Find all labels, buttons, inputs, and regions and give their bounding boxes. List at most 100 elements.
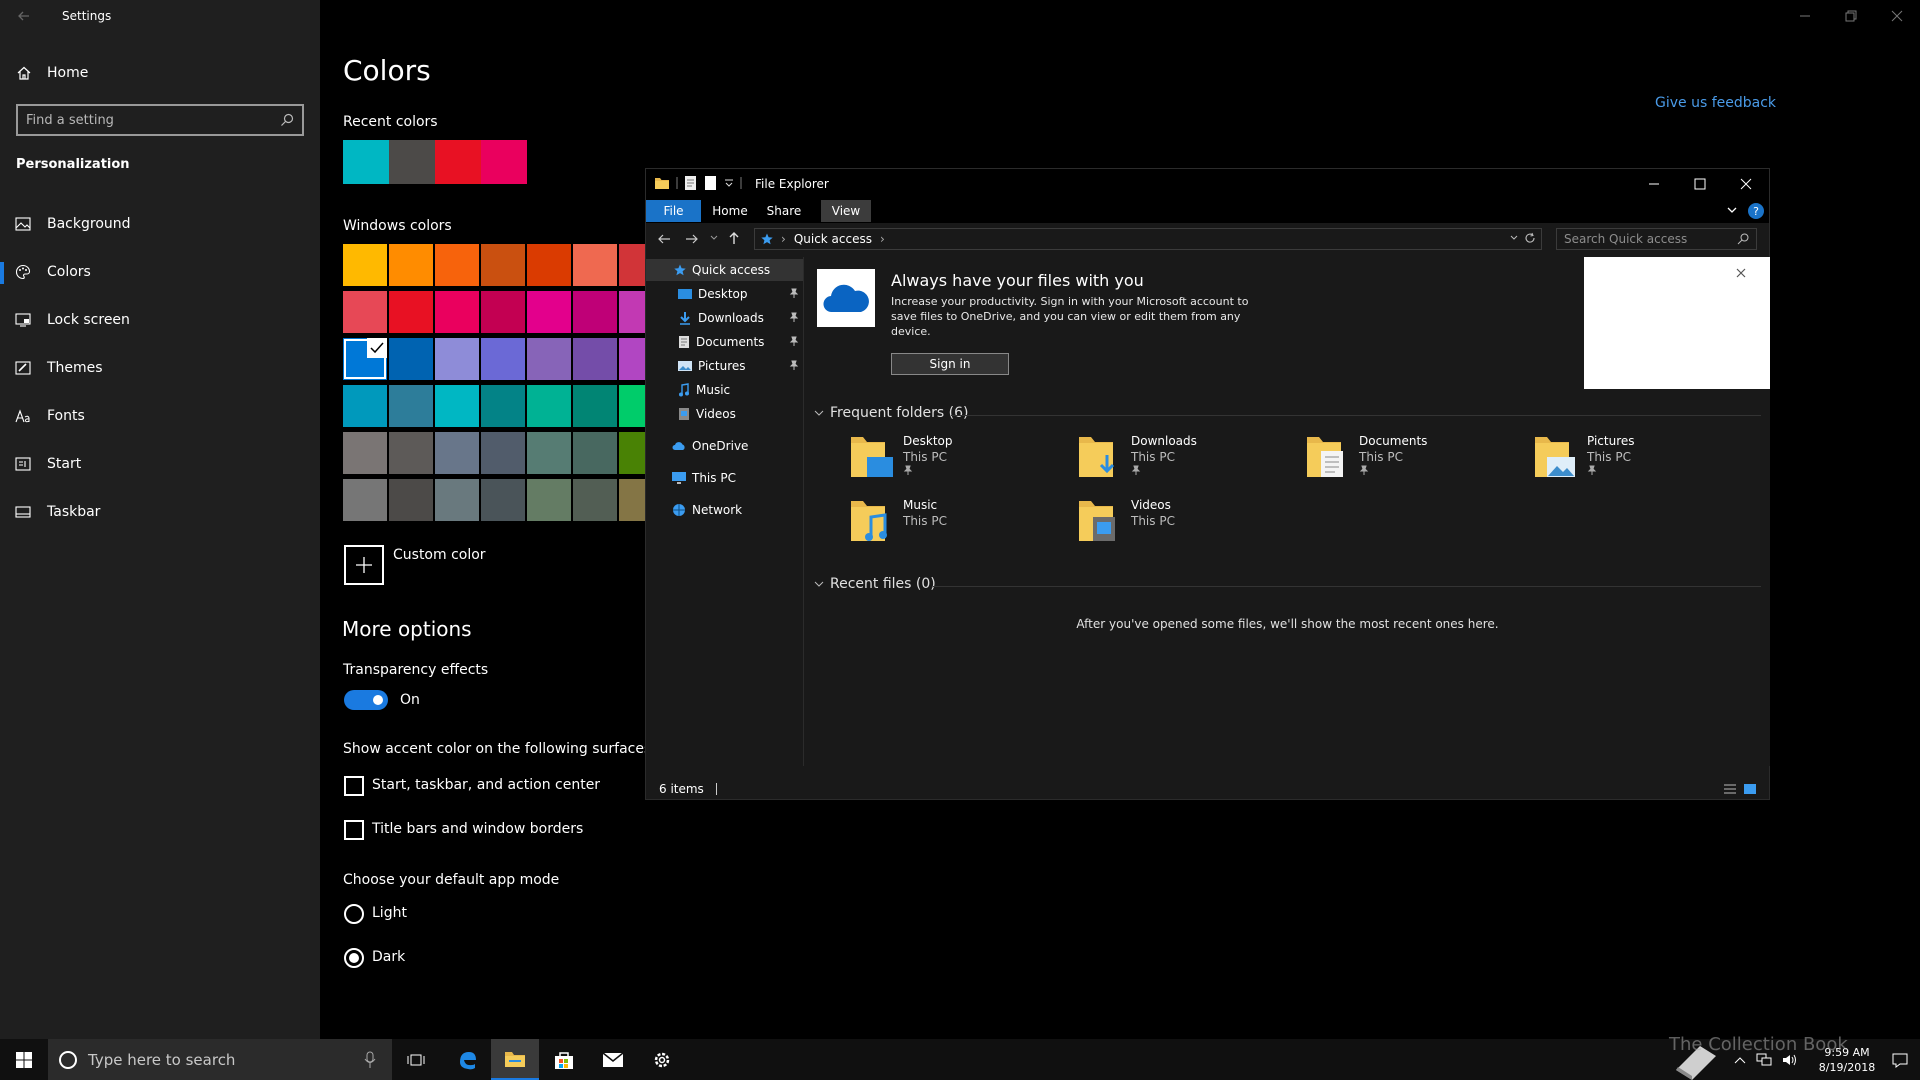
start-button[interactable]: [0, 1039, 48, 1080]
sign-in-button[interactable]: Sign in: [891, 353, 1009, 375]
recent-files-header[interactable]: Recent files (0): [814, 576, 936, 592]
settings-app-button[interactable]: [638, 1039, 686, 1080]
custom-color-button[interactable]: [344, 545, 384, 585]
color-swatch[interactable]: [435, 291, 479, 333]
chevron-down-icon[interactable]: [1509, 233, 1519, 243]
help-icon[interactable]: ?: [1748, 203, 1764, 219]
file-explorer-app-button[interactable]: [491, 1039, 539, 1080]
color-swatch[interactable]: [389, 338, 433, 380]
color-swatch[interactable]: [343, 479, 387, 521]
color-swatch[interactable]: [481, 338, 525, 380]
tab-home[interactable]: Home: [703, 200, 757, 222]
recent-color-swatch[interactable]: [343, 140, 389, 184]
back-arrow-icon[interactable]: [14, 6, 34, 26]
color-swatch[interactable]: [343, 338, 387, 380]
address-bar[interactable]: › Quick access ›: [754, 228, 1542, 250]
color-swatch[interactable]: [527, 244, 571, 286]
nav-taskbar[interactable]: Taskbar: [0, 492, 320, 532]
color-swatch[interactable]: [573, 291, 617, 333]
color-swatch[interactable]: [619, 479, 645, 521]
microphone-icon[interactable]: [364, 1051, 376, 1069]
minimize-button[interactable]: [1631, 169, 1677, 199]
nav-this-pc[interactable]: This PC: [646, 467, 803, 489]
close-button[interactable]: [1874, 0, 1920, 32]
search-quick-access[interactable]: Search Quick access: [1556, 228, 1757, 250]
nav-colors[interactable]: Colors: [0, 252, 320, 292]
close-icon[interactable]: [1736, 268, 1746, 278]
home-nav-item[interactable]: Home: [16, 62, 88, 84]
color-swatch[interactable]: [619, 385, 645, 427]
nav-fonts[interactable]: Fonts: [0, 396, 320, 436]
color-swatch[interactable]: [435, 385, 479, 427]
color-swatch[interactable]: [573, 385, 617, 427]
find-setting-search[interactable]: [16, 104, 304, 136]
properties-icon[interactable]: [684, 175, 698, 191]
nav-desktop[interactable]: Desktop: [646, 283, 803, 305]
forward-arrow-icon[interactable]: [684, 231, 700, 247]
search-icon[interactable]: [280, 113, 294, 127]
task-view-button[interactable]: [392, 1039, 440, 1080]
color-swatch[interactable]: [573, 244, 617, 286]
search-icon[interactable]: [1737, 233, 1749, 245]
color-swatch[interactable]: [527, 479, 571, 521]
large-icons-view-icon[interactable]: [1743, 782, 1757, 796]
color-swatch[interactable]: [481, 432, 525, 474]
nav-music[interactable]: Music: [646, 379, 803, 401]
color-swatch[interactable]: [389, 432, 433, 474]
color-swatch[interactable]: [619, 244, 645, 286]
nav-videos[interactable]: Videos: [646, 403, 803, 425]
folder-tile[interactable]: Desktop This PC: [849, 433, 1029, 483]
store-app-button[interactable]: [540, 1039, 588, 1080]
nav-quick-access[interactable]: Quick access: [646, 259, 803, 281]
light-mode-radio[interactable]: [344, 904, 364, 924]
nav-lock-screen[interactable]: Lock screen: [0, 300, 320, 340]
color-swatch[interactable]: [619, 291, 645, 333]
color-swatch[interactable]: [527, 385, 571, 427]
folder-tile[interactable]: Music This PC: [849, 497, 1029, 547]
nav-start[interactable]: Start: [0, 444, 320, 484]
color-swatch[interactable]: [619, 338, 645, 380]
nav-onedrive[interactable]: OneDrive: [646, 435, 803, 457]
back-arrow-icon[interactable]: [656, 231, 672, 247]
folder-tile[interactable]: Documents This PC: [1305, 433, 1485, 483]
folder-tile[interactable]: Videos This PC: [1077, 497, 1257, 547]
color-swatch[interactable]: [527, 432, 571, 474]
taskbar-search-box[interactable]: Type here to search: [48, 1039, 392, 1080]
restore-button[interactable]: [1828, 0, 1874, 32]
nav-downloads[interactable]: Downloads: [646, 307, 803, 329]
recent-color-swatch[interactable]: [389, 140, 435, 184]
nav-pictures[interactable]: Pictures: [646, 355, 803, 377]
color-swatch[interactable]: [481, 385, 525, 427]
color-swatch[interactable]: [343, 244, 387, 286]
frequent-folders-header[interactable]: Frequent folders (6): [814, 405, 969, 421]
transparency-toggle[interactable]: [344, 690, 388, 710]
customize-toolbar-icon[interactable]: [724, 178, 734, 188]
color-swatch[interactable]: [435, 479, 479, 521]
color-swatch[interactable]: [389, 385, 433, 427]
color-swatch[interactable]: [435, 432, 479, 474]
nav-documents[interactable]: Documents: [646, 331, 803, 353]
close-button[interactable]: [1723, 169, 1769, 199]
tab-file[interactable]: File: [646, 200, 701, 222]
titlebars-checkbox[interactable]: [344, 820, 364, 840]
color-swatch[interactable]: [619, 432, 645, 474]
color-swatch[interactable]: [389, 479, 433, 521]
folder-tile[interactable]: Pictures This PC: [1533, 433, 1713, 483]
edge-app-button[interactable]: [443, 1039, 491, 1080]
color-swatch[interactable]: [343, 291, 387, 333]
color-swatch[interactable]: [343, 385, 387, 427]
mail-app-button[interactable]: [589, 1039, 637, 1080]
find-setting-input[interactable]: [26, 112, 280, 128]
color-swatch[interactable]: [435, 338, 479, 380]
color-swatch[interactable]: [389, 291, 433, 333]
nav-themes[interactable]: Themes: [0, 348, 320, 388]
color-swatch[interactable]: [481, 479, 525, 521]
new-folder-icon[interactable]: [704, 175, 718, 191]
tab-view[interactable]: View: [821, 200, 871, 222]
color-swatch[interactable]: [481, 291, 525, 333]
details-view-icon[interactable]: [1723, 783, 1737, 795]
chevron-up-icon[interactable]: [1734, 1055, 1746, 1065]
tab-share[interactable]: Share: [757, 200, 811, 222]
nav-network[interactable]: Network: [646, 499, 803, 521]
nav-background[interactable]: Background: [0, 204, 320, 244]
